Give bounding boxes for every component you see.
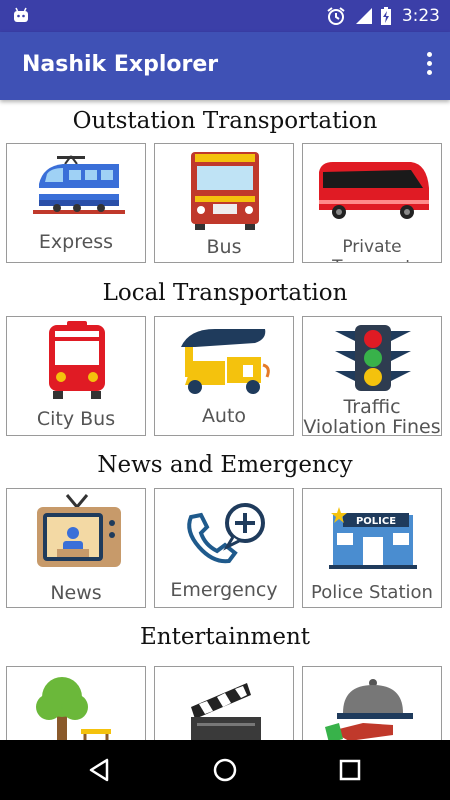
system-nav-bar bbox=[0, 740, 450, 800]
main-content: Outstation Transportation Express Bus Pr… bbox=[0, 100, 450, 740]
tile-label-line1: Traffic bbox=[343, 396, 401, 418]
tile-traffic-fines[interactable]: Traffic Violation Fines bbox=[302, 316, 442, 436]
section-title-local: Local Transportation bbox=[102, 280, 348, 306]
tile-label: Auto bbox=[201, 405, 247, 427]
svg-text:POLICE: POLICE bbox=[356, 516, 396, 527]
status-time: 3:23 bbox=[401, 6, 440, 26]
tile-restaurants[interactable] bbox=[302, 666, 442, 740]
signal-icon bbox=[356, 8, 372, 24]
city-bus-icon bbox=[49, 321, 105, 399]
train-icon bbox=[33, 155, 125, 214]
more-vert-icon[interactable] bbox=[424, 52, 434, 80]
tile-label: Emergency bbox=[170, 579, 278, 601]
section-title-outstation: Outstation Transportation bbox=[72, 108, 378, 134]
traffic-light-icon bbox=[335, 325, 411, 391]
tile-express[interactable]: Express bbox=[6, 143, 146, 263]
coach-bus-icon bbox=[319, 162, 429, 219]
tile-police-station[interactable]: POLICE Police Station bbox=[302, 488, 442, 608]
tile-label: Express bbox=[38, 231, 114, 253]
tile-label: Police Station bbox=[311, 582, 433, 603]
back-icon[interactable] bbox=[85, 755, 115, 785]
auto-rickshaw-icon bbox=[181, 329, 270, 394]
app-bar: Nashik Explorer bbox=[0, 32, 450, 100]
section-title-news-emergency: News and Emergency bbox=[97, 452, 353, 478]
recents-icon[interactable] bbox=[335, 755, 365, 785]
tile-emergency[interactable]: Emergency bbox=[154, 488, 294, 608]
tile-label: City Bus bbox=[36, 408, 116, 430]
tv-news-icon bbox=[37, 494, 121, 567]
tree-icon bbox=[36, 677, 111, 740]
tile-movies[interactable] bbox=[154, 666, 294, 740]
home-icon[interactable] bbox=[210, 755, 240, 785]
tile-news[interactable]: News bbox=[6, 488, 146, 608]
tile-bus[interactable]: Bus bbox=[154, 143, 294, 263]
tile-private-transport[interactable]: Private Transport bbox=[302, 143, 442, 263]
food-cloche-icon bbox=[325, 679, 413, 740]
bus-icon bbox=[191, 152, 259, 230]
tile-label: Bus bbox=[206, 236, 242, 258]
app-title: Nashik Explorer bbox=[22, 52, 219, 77]
status-bar: 3:23 bbox=[0, 0, 450, 32]
police-station-icon: POLICE bbox=[329, 507, 417, 569]
tile-park[interactable] bbox=[6, 666, 146, 740]
alarm-icon bbox=[327, 7, 345, 25]
clapperboard-icon bbox=[191, 683, 261, 740]
tile-label: News bbox=[50, 582, 102, 604]
section-title-entertainment: Entertainment bbox=[139, 624, 311, 650]
battery-charging-icon bbox=[381, 7, 391, 25]
tile-auto[interactable]: Auto bbox=[154, 316, 294, 436]
android-notification-icon bbox=[14, 7, 28, 22]
tile-city-bus[interactable]: City Bus bbox=[6, 316, 146, 436]
tile-label: Private Transport bbox=[332, 237, 412, 262]
tile-label-line2: Violation Fines bbox=[303, 416, 441, 436]
phone-plus-icon bbox=[187, 503, 265, 564]
